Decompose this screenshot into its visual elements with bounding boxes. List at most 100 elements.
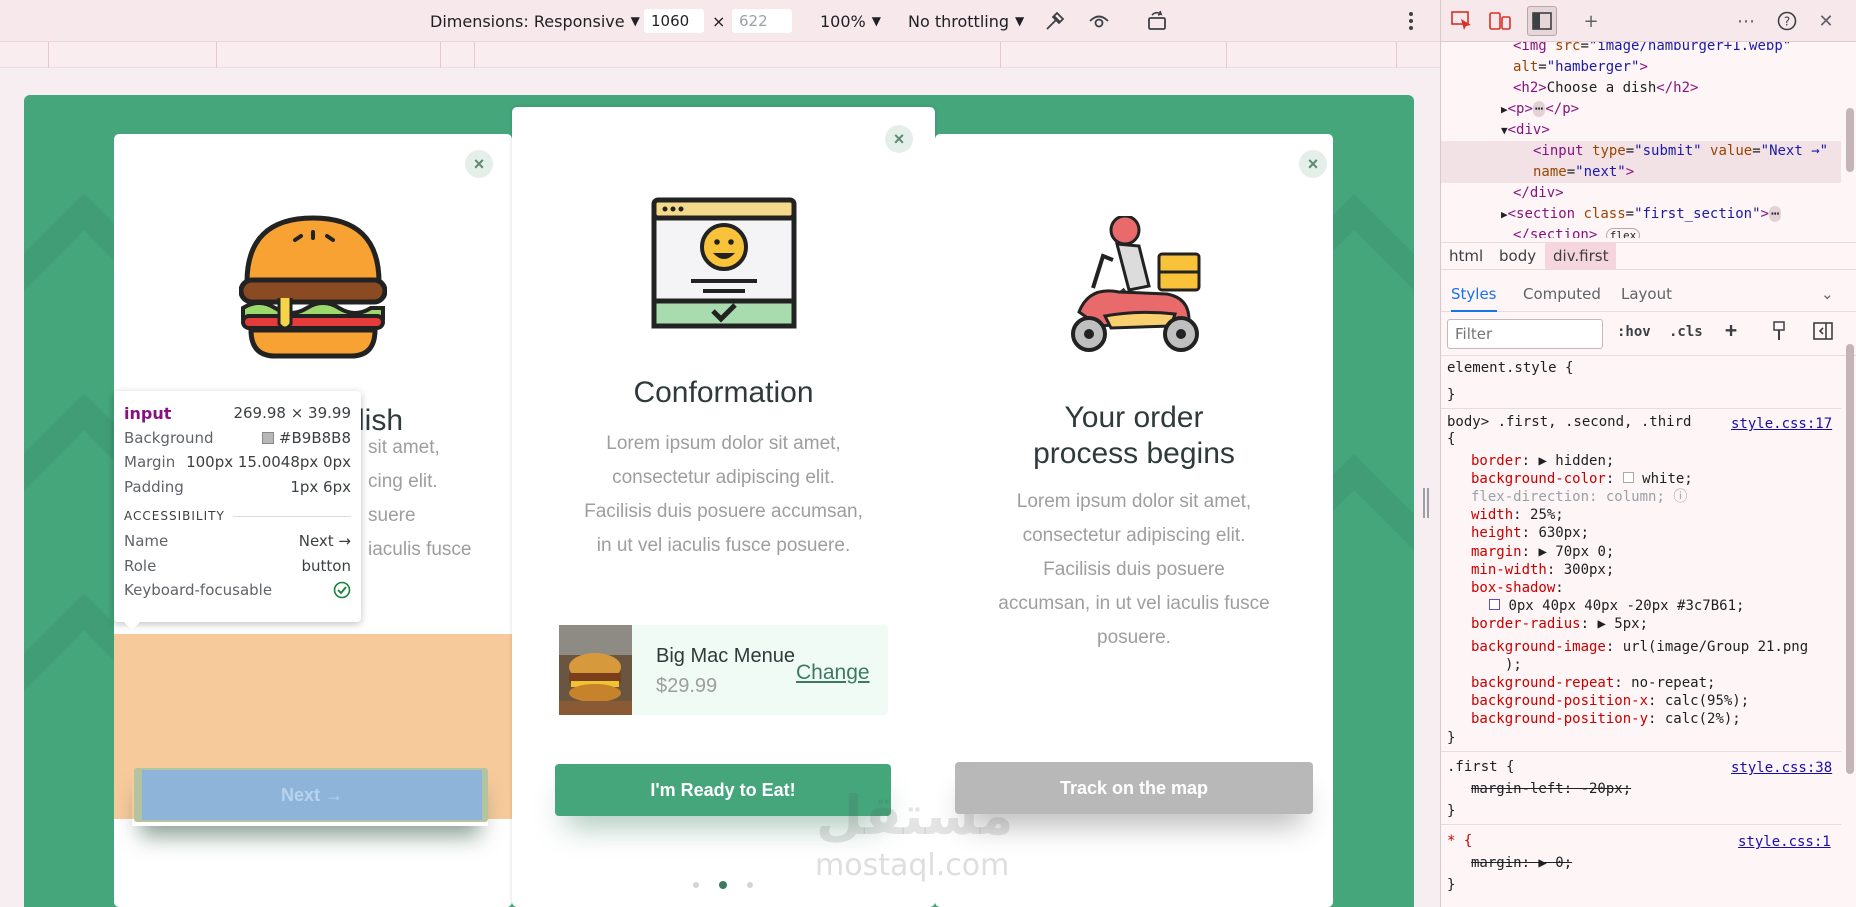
tab-computed[interactable]: Computed <box>1523 276 1601 312</box>
caret-down-icon: ▼ <box>1015 14 1025 28</box>
tooltip-value: Next → <box>298 532 351 551</box>
more-tools-icon[interactable]: ⋯ <box>1731 6 1761 36</box>
height-input[interactable] <box>732 9 792 33</box>
devtools-panel: + ⋯ ? ✕ <img src="image/hamburger+1.webp… <box>1423 0 1856 907</box>
dimensions-label: Dimensions: Responsive <box>430 11 625 31</box>
paint-icon[interactable] <box>1771 321 1787 345</box>
card-text-line: sit amet, <box>368 437 440 458</box>
tooltip-value: button <box>301 556 351 575</box>
filter-input[interactable] <box>1447 319 1603 349</box>
styles-tabs: Styles Computed Layout ⌄ <box>1441 276 1856 312</box>
chevron-down-icon[interactable]: ⌄ <box>1821 276 1834 312</box>
rule-selector: * { <box>1447 833 1473 849</box>
dom-tree: <img src="image/hamburger+1.webp" alt="h… <box>1441 42 1841 238</box>
dom-node[interactable]: ▶<p> ⋯ </p> <box>1501 99 1579 120</box>
css-property[interactable]: background-position-x: calc(95%); <box>1471 692 1749 710</box>
dot-active[interactable] <box>719 881 727 889</box>
tooltip-value: 100px 15.0048px 0px <box>186 453 351 472</box>
css-property[interactable]: border-radius: ▶ 5px; <box>1471 615 1648 633</box>
breadcrumb-div-first[interactable]: div.first <box>1545 243 1617 269</box>
dom-node[interactable]: </section> flex <box>1513 225 1641 238</box>
change-link[interactable]: Change <box>796 661 870 685</box>
zoom-dropdown[interactable]: 100% ▼ <box>820 0 881 42</box>
dom-node[interactable]: </div> <box>1513 183 1564 204</box>
styles-pane: element.style { } body> .first, .second,… <box>1441 356 1841 907</box>
css-property[interactable]: margin: ▶ 70px 0; <box>1471 543 1614 561</box>
css-property[interactable]: min-width: 300px; <box>1471 561 1614 579</box>
dom-scrollbar[interactable] <box>1846 108 1854 172</box>
rule-close: } <box>1447 803 1456 819</box>
more-options-icon[interactable] <box>1408 0 1414 42</box>
card-text-line: consectetur adipiscing elit. <box>612 467 835 488</box>
tooltip-label: Padding <box>124 477 184 496</box>
next-button[interactable]: Next → <box>142 770 482 820</box>
css-property[interactable]: background-color: white; <box>1471 470 1693 488</box>
dom-node[interactable]: alt="hamberger"> <box>1513 57 1648 78</box>
burger-photo <box>559 625 632 715</box>
pagination-dots <box>693 879 753 891</box>
tab-layout[interactable]: Layout <box>1621 276 1672 312</box>
resize-handle[interactable] <box>1423 488 1429 518</box>
eye-icon[interactable] <box>1088 0 1110 42</box>
dot[interactable] <box>693 882 699 888</box>
dock-side-icon[interactable] <box>1527 6 1557 36</box>
dot[interactable] <box>747 882 753 888</box>
dom-node[interactable]: <img src="image/hamburger+1.webp" <box>1513 42 1791 57</box>
rule-close: } <box>1447 877 1456 893</box>
watermark-url: mostaql.com <box>815 848 1010 883</box>
tooltip-label: Name <box>124 532 169 551</box>
breadcrumb-body[interactable]: body <box>1491 243 1544 269</box>
hov-button[interactable]: :hov <box>1617 324 1651 340</box>
new-rule-icon[interactable]: + <box>1725 318 1737 342</box>
dimensions-dropdown[interactable]: Dimensions: Responsive ▼ <box>430 0 640 42</box>
close-icon[interactable]: × <box>885 125 913 153</box>
source-link[interactable]: style.css:17 <box>1731 416 1832 432</box>
source-link[interactable]: style.css:1 <box>1738 834 1831 850</box>
sidebar-toggle-icon[interactable] <box>1813 322 1833 344</box>
cls-button[interactable]: .cls <box>1669 324 1703 340</box>
tooltip-label: Role <box>124 556 157 575</box>
dom-node[interactable]: ▶<section class="first_section"> ⋯ <box>1501 204 1782 225</box>
caret-down-icon: ▼ <box>871 14 881 28</box>
tab-styles[interactable]: Styles <box>1451 276 1497 312</box>
close-icon[interactable]: × <box>1299 150 1327 178</box>
css-property-inactive[interactable]: flex-direction: column; ⓘ <box>1471 488 1687 506</box>
rule-selector: .first { <box>1447 759 1515 775</box>
css-property[interactable]: background-position-y: calc(2%); <box>1471 710 1741 728</box>
css-property[interactable]: background-repeat: no-repeat; <box>1471 674 1715 692</box>
add-panel-icon[interactable]: + <box>1576 6 1606 36</box>
css-property[interactable]: height: 630px; <box>1471 524 1589 542</box>
dom-node-selected[interactable]: name="next"> <box>1441 162 1841 183</box>
css-property[interactable]: box-shadow: <box>1471 579 1564 597</box>
dom-node-selected[interactable]: <input type="submit" value="Next →" <box>1441 141 1841 162</box>
sensors-icon[interactable] <box>1044 0 1066 42</box>
dom-node[interactable]: ▼<div> <box>1501 120 1550 141</box>
css-property[interactable]: width: 25%; <box>1471 506 1564 524</box>
close-icon[interactable]: × <box>465 150 493 178</box>
watermark-arabic: مستقل <box>816 784 1014 847</box>
close-devtools-icon[interactable]: ✕ <box>1811 6 1841 36</box>
width-input[interactable] <box>644 9 704 33</box>
css-property[interactable]: background-image: url(image/Group 21.png <box>1471 638 1808 656</box>
rotate-icon[interactable] <box>1146 0 1170 42</box>
tooltip-label: Margin <box>124 453 176 472</box>
throttling-dropdown[interactable]: No throttling ▼ <box>908 0 1024 42</box>
svg-text:?: ? <box>1784 15 1790 29</box>
card-text-line: Facilisis duis posuere accumsan, <box>584 501 863 522</box>
tooltip-label: Keyboard-focusable <box>124 581 273 600</box>
breadcrumb-html[interactable]: html <box>1441 243 1491 269</box>
css-property[interactable]: border: ▶ hidden; <box>1471 452 1614 470</box>
zoom-label: 100% <box>820 11 866 31</box>
color-swatch <box>262 431 275 444</box>
css-property-value[interactable]: 0px 40px 40px -20px #3c7B61; <box>1489 597 1744 615</box>
card-text-line: posuere. <box>1097 627 1171 648</box>
inspect-element-icon[interactable] <box>1447 6 1477 36</box>
css-property-overridden[interactable]: margin: ▶ 0; <box>1471 854 1572 872</box>
device-toggle-icon[interactable] <box>1485 6 1515 36</box>
css-property-overridden[interactable]: margin-left: -20px; <box>1471 780 1631 798</box>
styles-scrollbar[interactable] <box>1846 344 1854 774</box>
dom-node[interactable]: <h2>Choose a dish</h2> <box>1513 78 1698 99</box>
source-link[interactable]: style.css:38 <box>1731 760 1832 776</box>
help-icon[interactable]: ? <box>1772 6 1802 36</box>
element-style-rule: element.style { <box>1447 360 1574 376</box>
